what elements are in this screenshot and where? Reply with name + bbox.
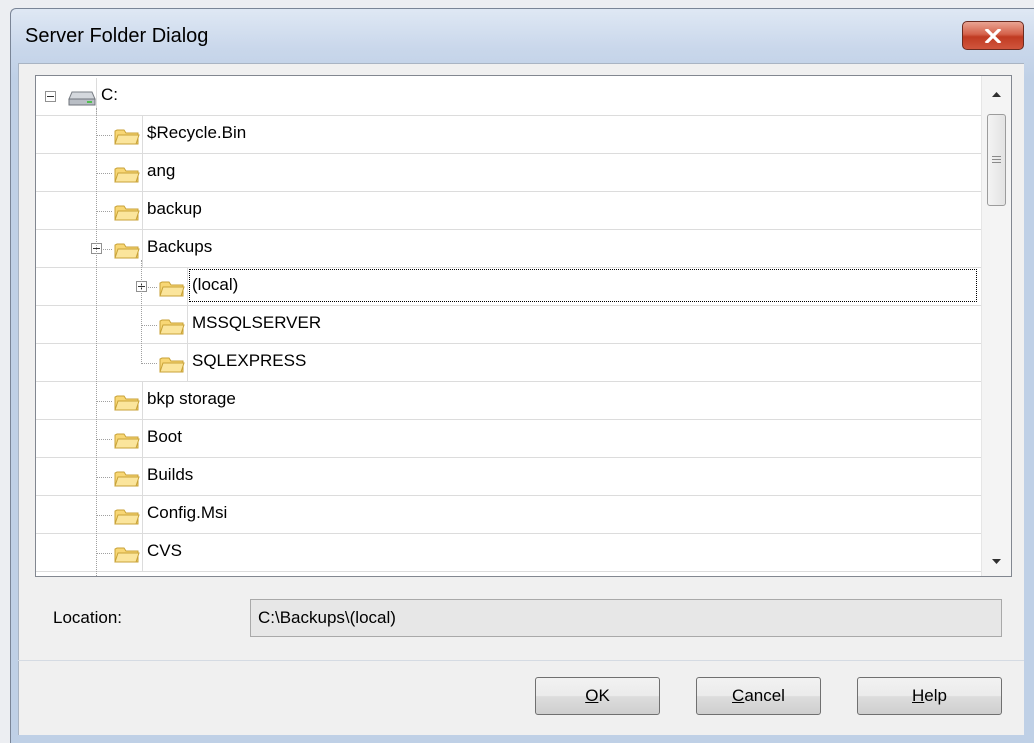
close-icon	[984, 28, 1002, 43]
tree-cell	[142, 116, 981, 153]
tree-node-label: Backups	[147, 237, 213, 256]
folder-icon	[114, 126, 140, 146]
tree-node[interactable]: Backups	[36, 230, 981, 268]
cancel-button[interactable]: Cancel	[696, 677, 821, 715]
location-label: Location:	[53, 608, 122, 627]
tree-node-label: Boot	[147, 427, 182, 446]
tree-node-label: CVS	[147, 541, 182, 560]
drive-icon	[68, 88, 96, 108]
tree-node-label: Builds	[147, 465, 194, 484]
tree-node[interactable]: CVS	[36, 534, 981, 572]
tree-guide-line	[96, 108, 97, 576]
tree-cell	[142, 192, 981, 229]
tree-node[interactable]: $Recycle.Bin	[36, 116, 981, 154]
tree-node[interactable]: Builds	[36, 458, 981, 496]
folder-icon	[159, 278, 185, 298]
folder-tree[interactable]: C: $Recycle.Bin ang backup Backups (local) MSS…	[35, 75, 1012, 577]
help-button-label: Help	[912, 686, 947, 705]
help-button[interactable]: Help	[857, 677, 1002, 715]
vertical-scrollbar[interactable]	[981, 76, 1011, 576]
tree-connector-line	[96, 135, 112, 136]
tree-node-label: ang	[147, 161, 176, 180]
button-separator	[18, 660, 1024, 661]
tree-node-label: bkp storage	[147, 389, 236, 408]
tree-cell	[142, 496, 981, 533]
tree-connector-line	[96, 401, 112, 402]
tree-rows: C: $Recycle.Bin ang backup Backups (local) MSS…	[36, 76, 981, 576]
tree-node[interactable]: bkp storage	[36, 382, 981, 420]
scroll-down-arrow-icon[interactable]	[991, 558, 1002, 566]
tree-guide-line	[141, 260, 142, 364]
tree-node[interactable]: MSSQLSERVER	[36, 306, 981, 344]
tree-node[interactable]: backup	[36, 192, 981, 230]
ok-button-label: OK	[585, 686, 610, 705]
tree-cell	[142, 420, 981, 457]
tree-cell	[142, 458, 981, 495]
folder-icon	[159, 316, 185, 336]
folder-icon	[114, 544, 140, 564]
tree-connector-line	[141, 363, 157, 364]
tree-connector-line	[96, 553, 112, 554]
tree-connector-line	[96, 477, 112, 478]
scroll-up-arrow-icon[interactable]	[991, 90, 1002, 98]
cancel-button-label: Cancel	[732, 686, 785, 705]
tree-cell	[96, 78, 981, 115]
tree-node[interactable]: SQLEXPRESS	[36, 344, 981, 382]
tree-node[interactable]: C:	[36, 78, 981, 116]
tree-cell	[142, 534, 981, 571]
tree-node[interactable]: Config.Msi	[36, 496, 981, 534]
tree-node-label: backup	[147, 199, 202, 218]
tree-node-label: SQLEXPRESS	[192, 351, 307, 370]
folder-icon	[114, 240, 140, 260]
tree-node[interactable]: ang	[36, 154, 981, 192]
tree-node-label: MSSQLSERVER	[192, 313, 322, 332]
folder-icon	[114, 468, 140, 488]
tree-cell	[142, 382, 981, 419]
folder-icon	[114, 164, 140, 184]
collapse-icon[interactable]	[45, 91, 56, 102]
folder-icon	[114, 202, 140, 222]
tree-node[interactable]: Boot	[36, 420, 981, 458]
folder-icon	[114, 430, 140, 450]
tree-node-label: $Recycle.Bin	[147, 123, 247, 142]
scroll-thumb[interactable]	[987, 114, 1006, 206]
tree-node[interactable]: (local)	[36, 268, 981, 306]
folder-icon	[114, 506, 140, 526]
grip-icon	[992, 156, 1001, 163]
tree-connector-line	[96, 211, 112, 212]
tree-cell	[142, 230, 981, 267]
tree-connector-line	[96, 515, 112, 516]
folder-icon	[159, 354, 185, 374]
tree-connector-line	[96, 173, 112, 174]
close-button[interactable]	[962, 21, 1024, 50]
ok-button[interactable]: OK	[535, 677, 660, 715]
tree-node-label: C:	[101, 85, 118, 104]
folder-icon	[114, 392, 140, 412]
location-field[interactable]: C:\Backups\(local)	[250, 599, 1002, 637]
tree-connector-line	[141, 325, 157, 326]
tree-node-label: Config.Msi	[147, 503, 228, 522]
focus-rectangle	[189, 269, 977, 302]
tree-cell	[142, 154, 981, 191]
window-title: Server Folder Dialog	[25, 25, 209, 47]
tree-connector-line	[96, 439, 112, 440]
